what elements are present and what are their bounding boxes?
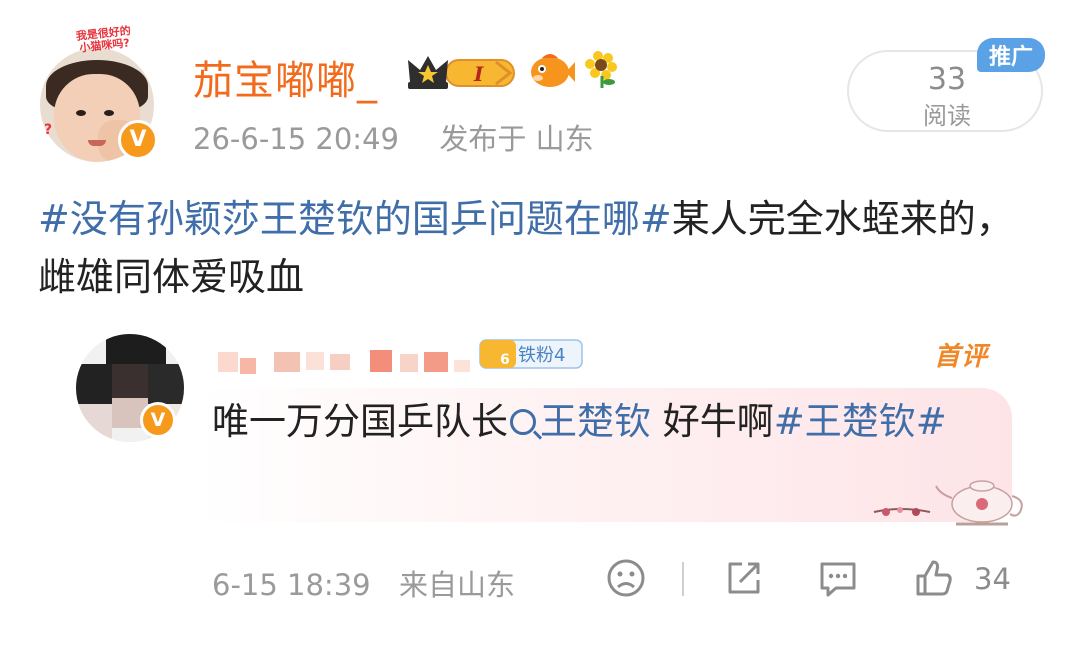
comment-body: 唯一万分国乒队长 王楚钦 好牛啊#王楚钦# [212, 394, 982, 450]
post-body: #没有孙颖莎王楚钦的国乒问题在哪#某人完全水蛭来的，雌雄同体爱吸血 [38, 190, 1048, 306]
post-hashtag[interactable]: #没有孙颖莎王楚钦的国乒问题在哪# [38, 197, 672, 241]
read-label: 阅读 [923, 102, 971, 130]
first-comment-label: 首评 [934, 342, 989, 372]
sunflower-icon [585, 51, 617, 88]
fish-emoji-icon [531, 54, 575, 87]
comment-text-2: 好牛啊 [651, 400, 774, 443]
fan-badge[interactable]: 6 铁粉4 [478, 338, 584, 370]
fan-level: 6 [500, 352, 510, 368]
post-time: 26-6-15 20:49 [193, 122, 399, 156]
sad-face-icon[interactable] [604, 556, 648, 600]
search-icon [510, 409, 536, 435]
verified-badge-icon: V [118, 120, 158, 160]
promo-tag[interactable]: 推广 [977, 38, 1045, 72]
teapot-decoration-icon [873, 480, 1023, 526]
commenter-verified-icon: V [140, 402, 176, 438]
crown-level-icon[interactable]: I [406, 52, 518, 92]
comment-time: 6-15 18:39 [212, 568, 371, 602]
avatar-sticker-text: 我是很好的 小猫咪吗? [75, 24, 132, 55]
fan-badge-label: 铁粉4 [518, 345, 565, 366]
comment-location: 来自山东 [399, 568, 516, 602]
comment-text: 唯一万分国乒队长 [212, 400, 508, 443]
like-count: 34 [974, 562, 1011, 596]
share-icon[interactable] [722, 556, 766, 600]
comment-mention[interactable]: 王楚钦 [540, 400, 651, 443]
avatar-sticker-mark: ? [44, 122, 53, 138]
post-meta: 26-6-15 20:49 发布于 山东 [193, 116, 594, 158]
comment-hashtag[interactable]: #王楚钦# [774, 400, 947, 443]
thumbs-up-icon[interactable] [912, 556, 956, 600]
comment-meta: 6-15 18:39 来自山东 [212, 562, 515, 604]
post-location: 发布于 山东 [439, 122, 594, 156]
comment-icon[interactable] [816, 556, 860, 600]
commenter-name-blurred[interactable] [218, 346, 500, 376]
level-badge-text: I [473, 62, 484, 86]
action-divider [682, 562, 684, 596]
author-name[interactable]: 茄宝嘟嘟_ [193, 48, 378, 106]
